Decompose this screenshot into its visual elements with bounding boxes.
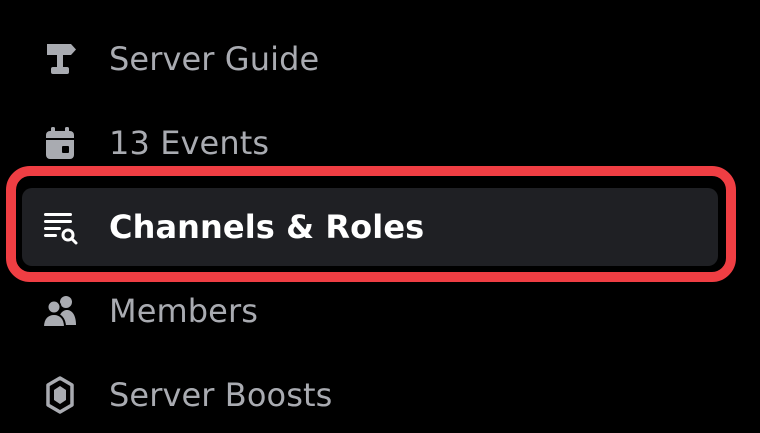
- sidebar-item-label: 13 Events: [109, 124, 270, 162]
- sidebar-item-events[interactable]: 13 Events: [22, 104, 718, 182]
- server-sidebar-menu: Server Guide 13 Events Channels & Roles …: [0, 0, 760, 433]
- calendar-icon: [40, 123, 80, 163]
- signpost-icon: [40, 39, 80, 79]
- members-icon: [40, 291, 80, 331]
- sidebar-item-server-guide[interactable]: Server Guide: [22, 20, 718, 98]
- sidebar-item-label: Members: [109, 292, 258, 330]
- channel-browse-icon: [40, 207, 80, 247]
- boost-gem-icon: [40, 375, 80, 415]
- sidebar-item-members[interactable]: Members: [22, 272, 718, 350]
- sidebar-item-label: Server Guide: [109, 40, 320, 78]
- sidebar-item-label: Server Boosts: [109, 376, 333, 414]
- sidebar-item-server-boosts[interactable]: Server Boosts: [22, 356, 718, 433]
- sidebar-item-channels-roles[interactable]: Channels & Roles: [22, 188, 718, 266]
- sidebar-item-label: Channels & Roles: [109, 208, 425, 246]
